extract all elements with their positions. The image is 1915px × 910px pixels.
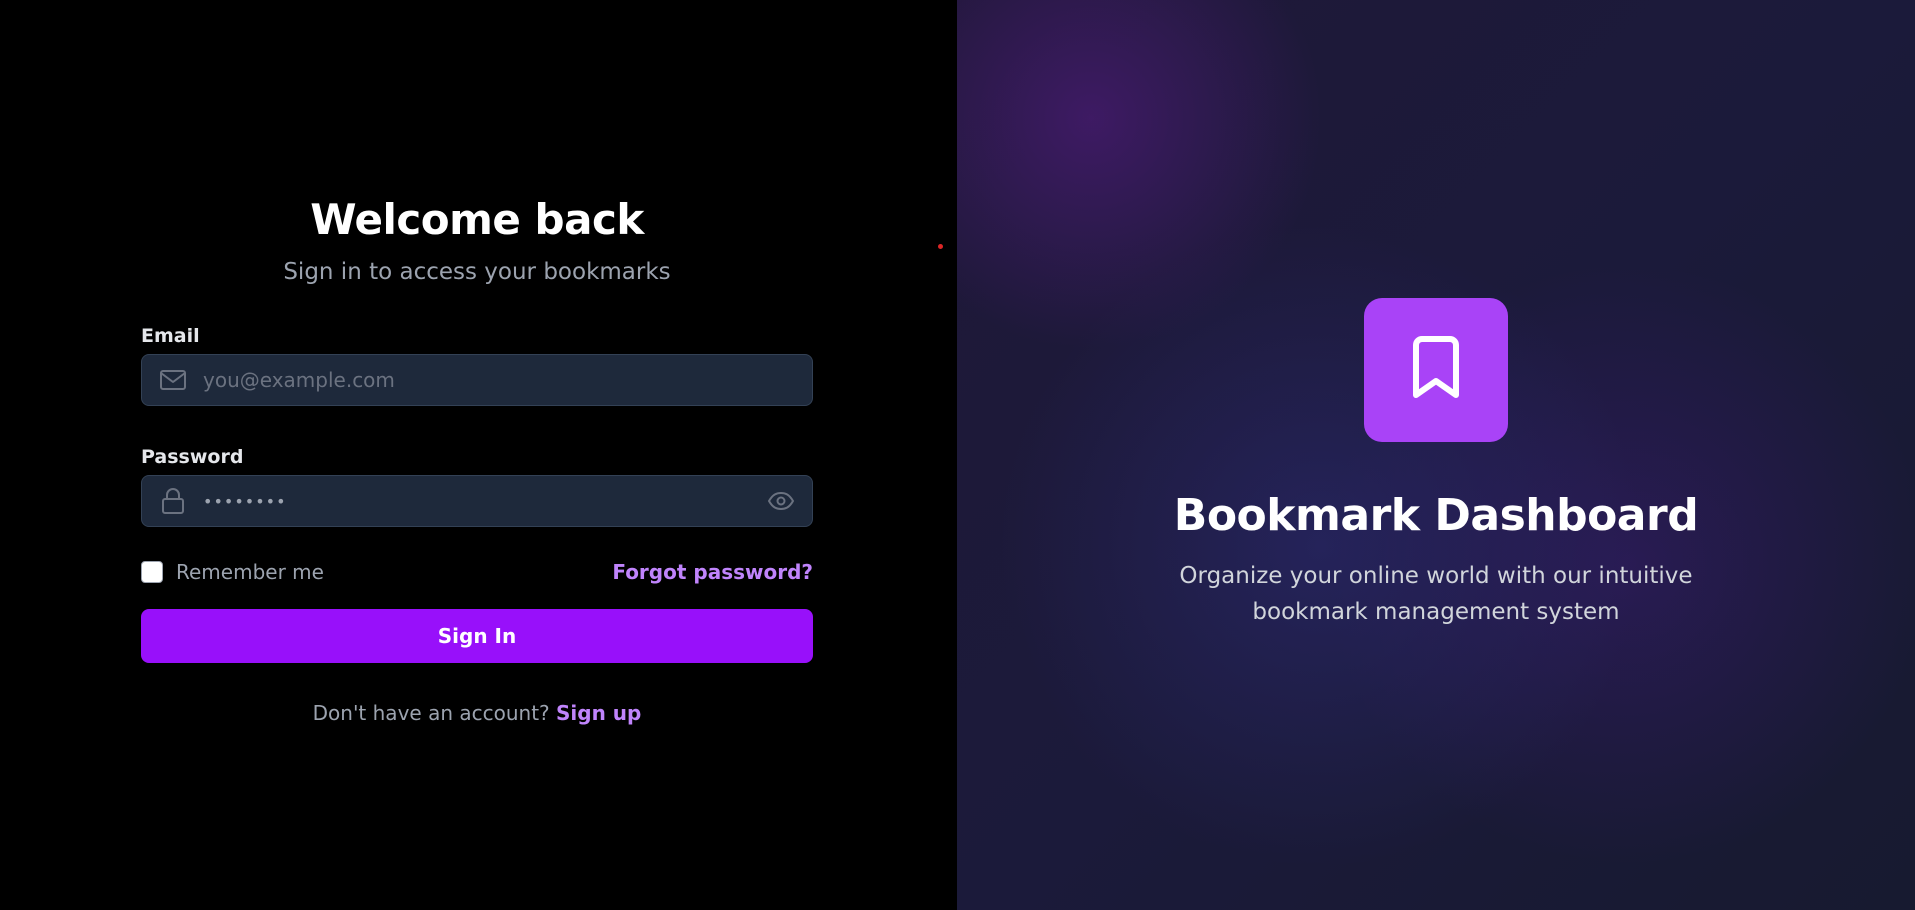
login-form: Welcome back Sign in to access your book… — [141, 190, 813, 725]
status-dot — [938, 244, 943, 249]
sign-in-button[interactable]: Sign In — [141, 609, 813, 663]
logo — [1364, 298, 1508, 442]
brand-title: Bookmark Dashboard — [1173, 490, 1699, 541]
email-label: Email — [141, 325, 200, 347]
signup-row: Don't have an account? Sign up — [141, 701, 813, 725]
form-options: Remember me Forgot password? — [141, 557, 813, 587]
login-panel: Welcome back Sign in to access your book… — [0, 0, 957, 910]
page-title: Welcome back — [310, 195, 644, 244]
remember-me-label: Remember me — [176, 560, 324, 584]
lock-icon — [159, 487, 187, 515]
forgot-password-link[interactable]: Forgot password? — [612, 560, 813, 584]
brand-panel: Bookmark Dashboard Organize your online … — [957, 0, 1915, 910]
sign-up-link[interactable]: Sign up — [556, 701, 641, 725]
mail-icon — [159, 366, 187, 394]
login-page: Welcome back Sign in to access your book… — [0, 0, 1915, 910]
remember-me[interactable]: Remember me — [141, 560, 324, 584]
brand-description: Organize your online world with our intu… — [1179, 563, 1693, 625]
remember-me-checkbox[interactable] — [141, 561, 163, 583]
password-label: Password — [141, 446, 244, 468]
bookmark-icon — [1408, 335, 1464, 405]
email-field[interactable] — [141, 354, 813, 406]
brand-block: Bookmark Dashboard Organize your online … — [957, 298, 1915, 630]
signup-prompt: Don't have an account? — [312, 701, 550, 725]
password-input[interactable]: •••••••• — [203, 492, 766, 511]
page-subtitle: Sign in to access your bookmarks — [283, 259, 671, 285]
eye-icon[interactable] — [766, 486, 796, 516]
password-field[interactable]: •••••••• — [141, 475, 813, 527]
email-input[interactable] — [203, 355, 812, 405]
